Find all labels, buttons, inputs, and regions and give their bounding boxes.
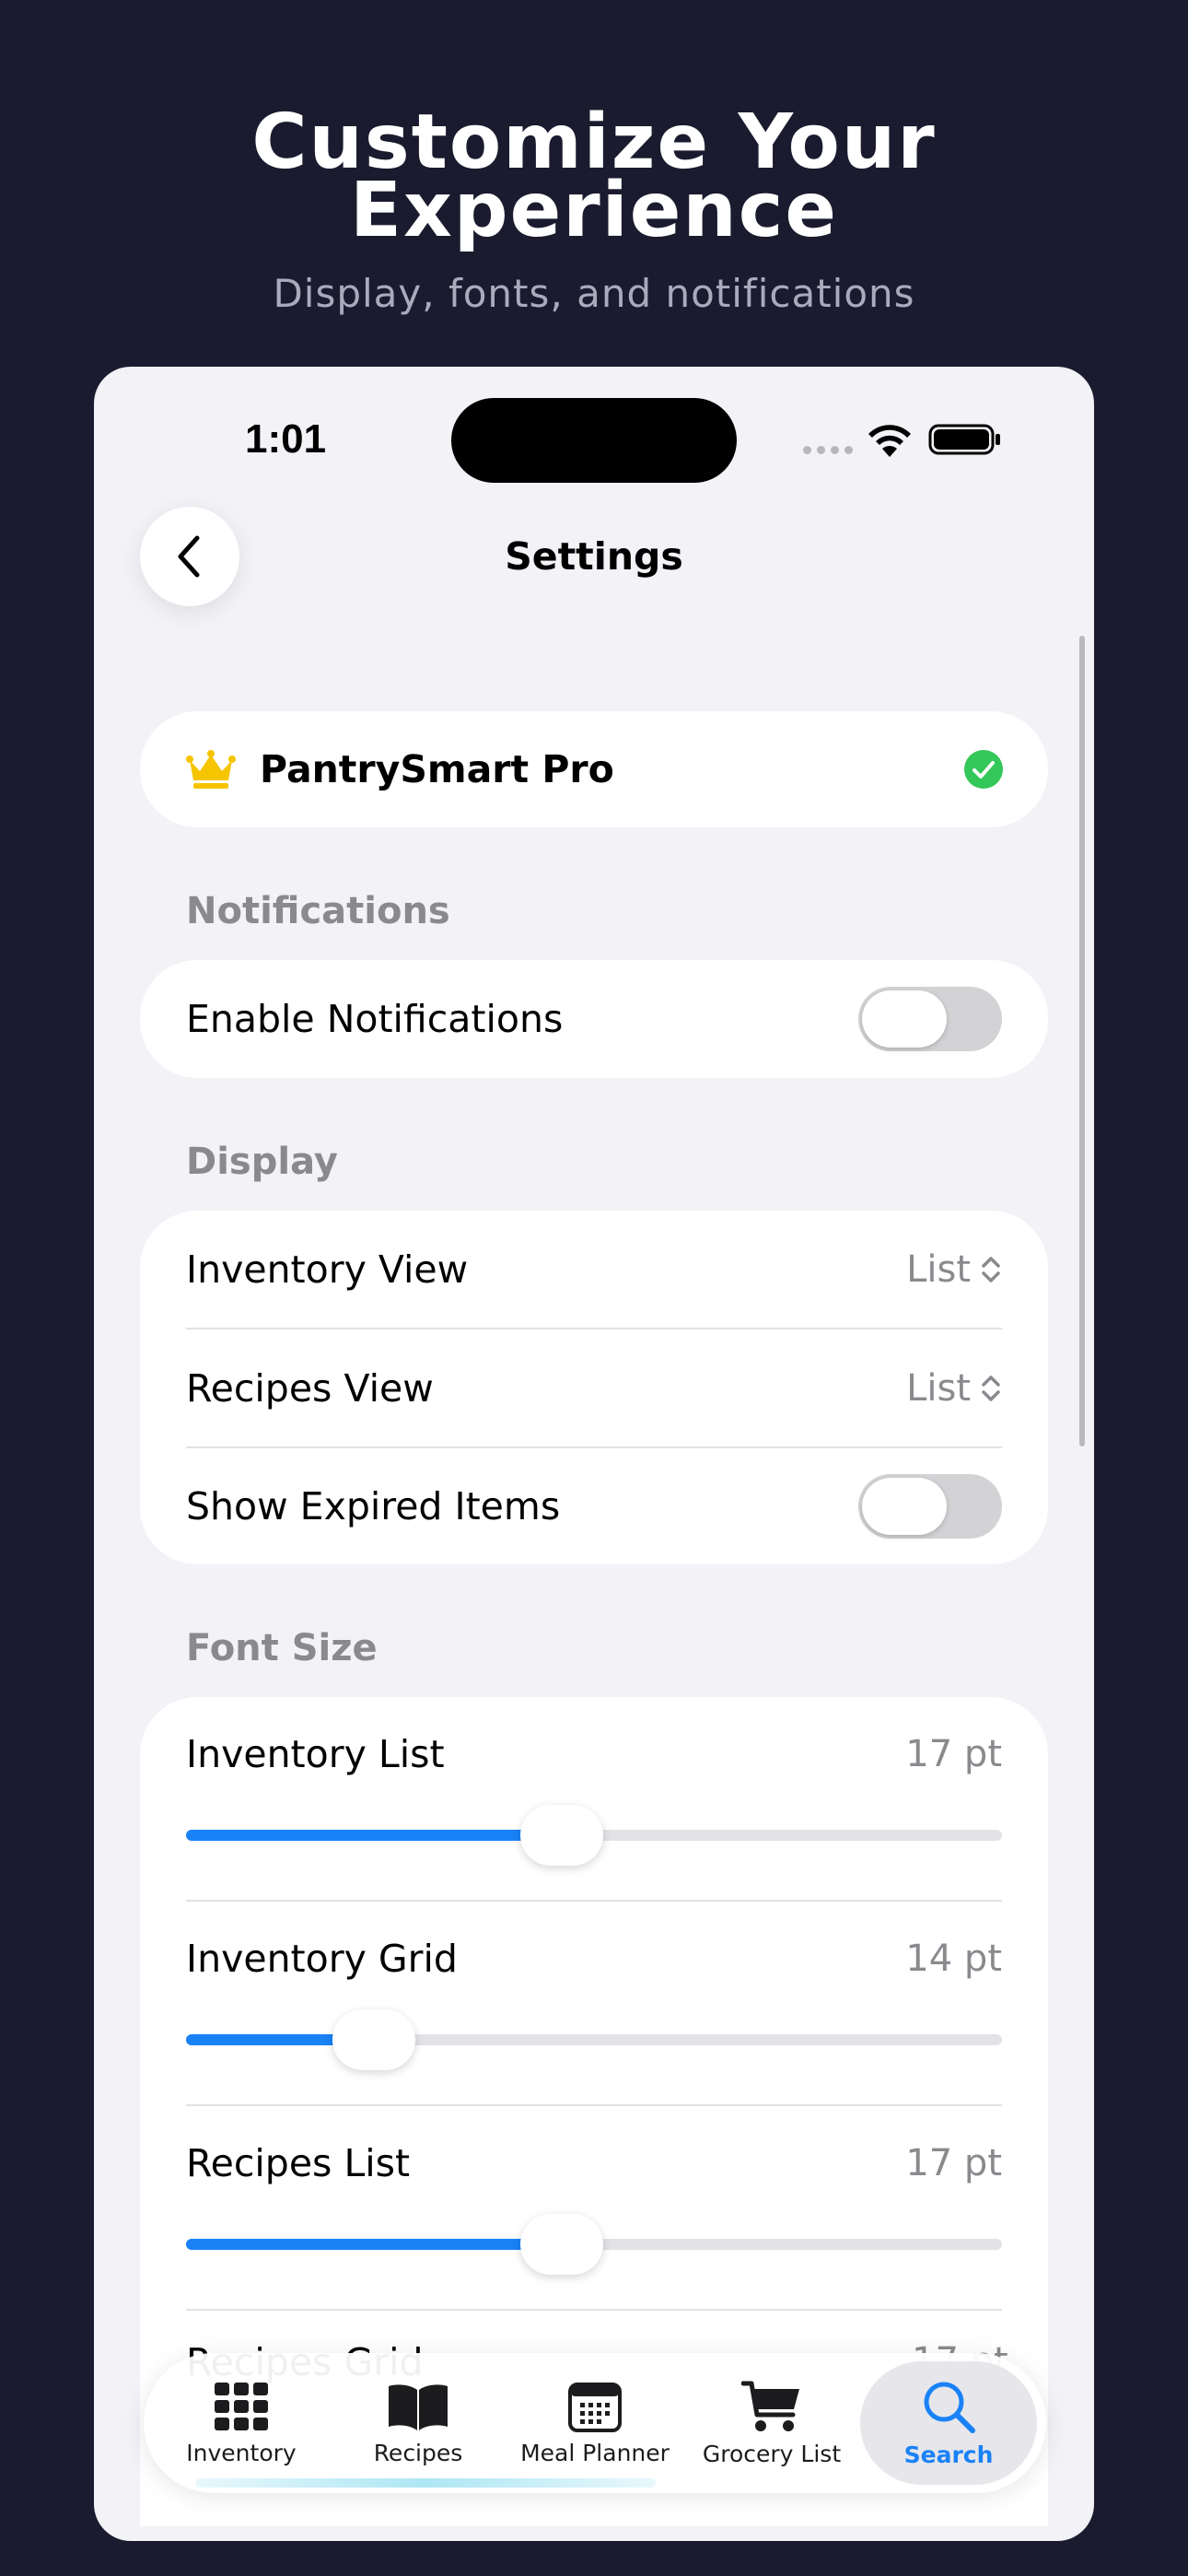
search-icon xyxy=(924,2382,975,2433)
tab-search[interactable]: Search xyxy=(860,2361,1037,2485)
slider-fill xyxy=(186,1830,562,1841)
crown-icon xyxy=(186,750,236,789)
slider-value: 17 pt xyxy=(905,1733,1002,1775)
tab-label: Grocery List xyxy=(702,2440,842,2467)
chevron-up-down-icon xyxy=(982,1375,1000,1401)
inventory-view-picker[interactable]: List xyxy=(906,1248,1002,1291)
slider-track[interactable] xyxy=(186,2214,1002,2275)
slider-thumb[interactable] xyxy=(519,1805,603,1866)
enable-notifications-toggle[interactable] xyxy=(858,987,1002,1051)
slider-value: 14 pt xyxy=(905,1938,1002,1980)
phone-screen: 1:01 Settings PantrySmart Pro Notificati… xyxy=(94,367,1094,2541)
dynamic-island xyxy=(451,398,737,483)
grid-icon xyxy=(215,2382,268,2430)
inventory-view-row[interactable]: Inventory View List xyxy=(140,1211,1048,1328)
cart-icon xyxy=(741,2381,799,2431)
calendar-icon xyxy=(568,2382,622,2432)
tab-label: Search xyxy=(903,2441,994,2468)
section-notifications: Notifications xyxy=(186,890,450,932)
promo-headline: Customize Your Experience xyxy=(251,99,937,254)
recipes-view-row[interactable]: Recipes View List xyxy=(140,1329,1048,1446)
slider-label: Inventory List xyxy=(186,1732,445,1776)
show-expired-row: Show Expired Items xyxy=(140,1448,1048,1564)
pro-title: PantrySmart Pro xyxy=(260,747,614,791)
recipes-view-value: List xyxy=(906,1366,971,1410)
slider-track[interactable] xyxy=(186,1805,1002,1866)
section-font-size: Font Size xyxy=(186,1627,378,1669)
slider-thumb[interactable] xyxy=(519,2214,603,2275)
scrollbar[interactable] xyxy=(1079,636,1085,1446)
enable-notifications-label: Enable Notifications xyxy=(186,997,564,1041)
toggle-knob xyxy=(862,990,947,1048)
font-slider-inventory-grid: Inventory Grid 14 pt xyxy=(140,1902,1048,2104)
tab-recipes[interactable]: Recipes xyxy=(330,2361,507,2485)
tab-bar: Inventory Recipes Meal Planner Grocery L… xyxy=(144,2353,1046,2493)
slider-value: 17 pt xyxy=(905,2142,1002,2184)
chevron-up-down-icon xyxy=(982,1256,1000,1282)
recipes-view-label: Recipes View xyxy=(186,1365,434,1411)
inventory-view-label: Inventory View xyxy=(186,1247,469,1292)
wifi-icon xyxy=(868,425,911,457)
slider-label: Recipes List xyxy=(186,2141,411,2185)
section-display: Display xyxy=(186,1141,338,1183)
tab-inventory[interactable]: Inventory xyxy=(153,2361,330,2485)
tab-meal-planner[interactable]: Meal Planner xyxy=(507,2361,683,2485)
divider xyxy=(186,2309,1002,2311)
checkmark-circle-icon xyxy=(964,750,1003,789)
book-icon xyxy=(389,2383,448,2430)
inventory-view-value: List xyxy=(906,1247,971,1291)
notifications-card: Enable Notifications xyxy=(140,960,1048,1078)
battery-icon xyxy=(928,424,1000,455)
cellular-signal-icon xyxy=(803,446,853,454)
tab-grocery-list[interactable]: Grocery List xyxy=(683,2361,860,2485)
status-time: 1:01 xyxy=(245,416,327,462)
slider-track[interactable] xyxy=(186,2009,1002,2070)
display-card: Inventory View List Recipes View List Sh… xyxy=(140,1211,1048,1564)
promo-subtitle: Display, fonts, and notifications xyxy=(273,271,915,316)
page-title: Settings xyxy=(505,534,683,579)
tab-selection-glow xyxy=(195,2478,656,2488)
tab-label: Inventory xyxy=(186,2439,297,2466)
slider-label: Inventory Grid xyxy=(186,1937,458,1981)
font-slider-inventory-list: Inventory List 17 pt xyxy=(140,1697,1048,1900)
show-expired-toggle[interactable] xyxy=(858,1474,1002,1539)
slider-fill xyxy=(186,2239,562,2250)
tab-label: Meal Planner xyxy=(520,2439,670,2466)
pro-subscription-row[interactable]: PantrySmart Pro xyxy=(140,711,1048,827)
toggle-knob xyxy=(862,1478,947,1535)
slider-thumb[interactable] xyxy=(332,2009,415,2070)
font-slider-recipes-list: Recipes List 17 pt xyxy=(140,2106,1048,2309)
tab-label: Recipes xyxy=(373,2439,463,2466)
show-expired-label: Show Expired Items xyxy=(186,1484,561,1528)
recipes-view-picker[interactable]: List xyxy=(906,1367,1002,1410)
